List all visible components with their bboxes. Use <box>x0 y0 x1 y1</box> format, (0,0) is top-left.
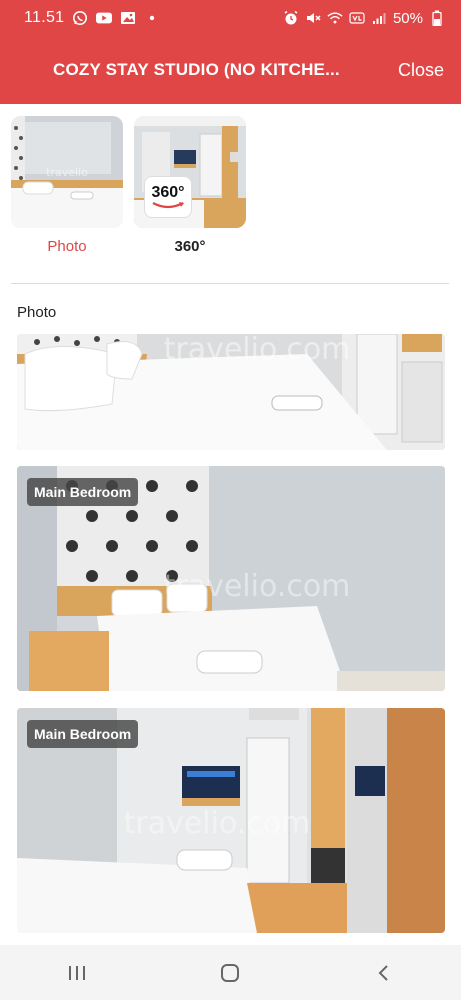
volte-icon <box>349 10 365 26</box>
section-title: Photo <box>17 304 57 321</box>
status-bar: 11.51 50% <box>0 0 461 36</box>
app-bar: COZY STAY STUDIO (NO KITCHE... Close <box>0 36 461 104</box>
svg-text:travelio: travelio <box>46 166 88 179</box>
back-icon <box>378 964 388 981</box>
signal-icon <box>371 10 387 26</box>
gallery-icon <box>120 10 136 26</box>
svg-text:travelio.com: travelio.com <box>164 569 351 604</box>
status-time: 11.51 <box>24 9 65 26</box>
divider <box>11 283 449 284</box>
svg-text:travelio.com: travelio.com <box>164 334 351 367</box>
system-nav-bar <box>0 945 461 1000</box>
photo-room-badge: Main Bedroom <box>27 720 139 748</box>
youtube-icon <box>96 10 113 26</box>
category-tab-360[interactable]: 360° 360° <box>134 116 246 255</box>
alarm-icon <box>283 10 299 26</box>
mute-icon <box>305 10 321 26</box>
battery-percentage: 50% <box>392 9 423 27</box>
recent-apps-button[interactable] <box>47 953 107 993</box>
photo-room-badge: Main Bedroom <box>27 478 139 506</box>
360-badge: 360° <box>144 176 192 218</box>
rotate-icon <box>152 202 184 209</box>
360-badge-label: 360° <box>151 184 185 201</box>
page-title: COZY STAY STUDIO (NO KITCHE... <box>53 60 340 79</box>
recent-apps-icon <box>68 965 85 980</box>
category-tabs: travelio Photo 360° 360° <box>11 116 246 255</box>
360-category-thumbnail[interactable]: 360° <box>134 116 246 228</box>
battery-icon <box>429 10 445 26</box>
close-button[interactable]: Close <box>398 60 444 81</box>
home-icon <box>221 963 240 982</box>
svg-text:travelio.com: travelio.com <box>124 806 311 841</box>
room-photo-1[interactable]: travelio.com <box>17 334 445 450</box>
room-photo-3[interactable]: travelio.com Main Bedroom <box>17 708 445 933</box>
category-label-360: 360° <box>174 238 206 255</box>
category-tab-photo[interactable]: travelio Photo <box>11 116 123 255</box>
photo-category-thumbnail[interactable]: travelio <box>11 116 123 228</box>
wifi-icon <box>327 10 343 26</box>
category-label-photo: Photo <box>47 238 87 255</box>
whatsapp-icon <box>72 10 88 26</box>
dot-icon <box>144 10 160 26</box>
room-photo-2[interactable]: travelio.com Main Bedroom <box>17 466 445 691</box>
back-button[interactable] <box>354 953 414 993</box>
home-button[interactable] <box>200 953 260 993</box>
